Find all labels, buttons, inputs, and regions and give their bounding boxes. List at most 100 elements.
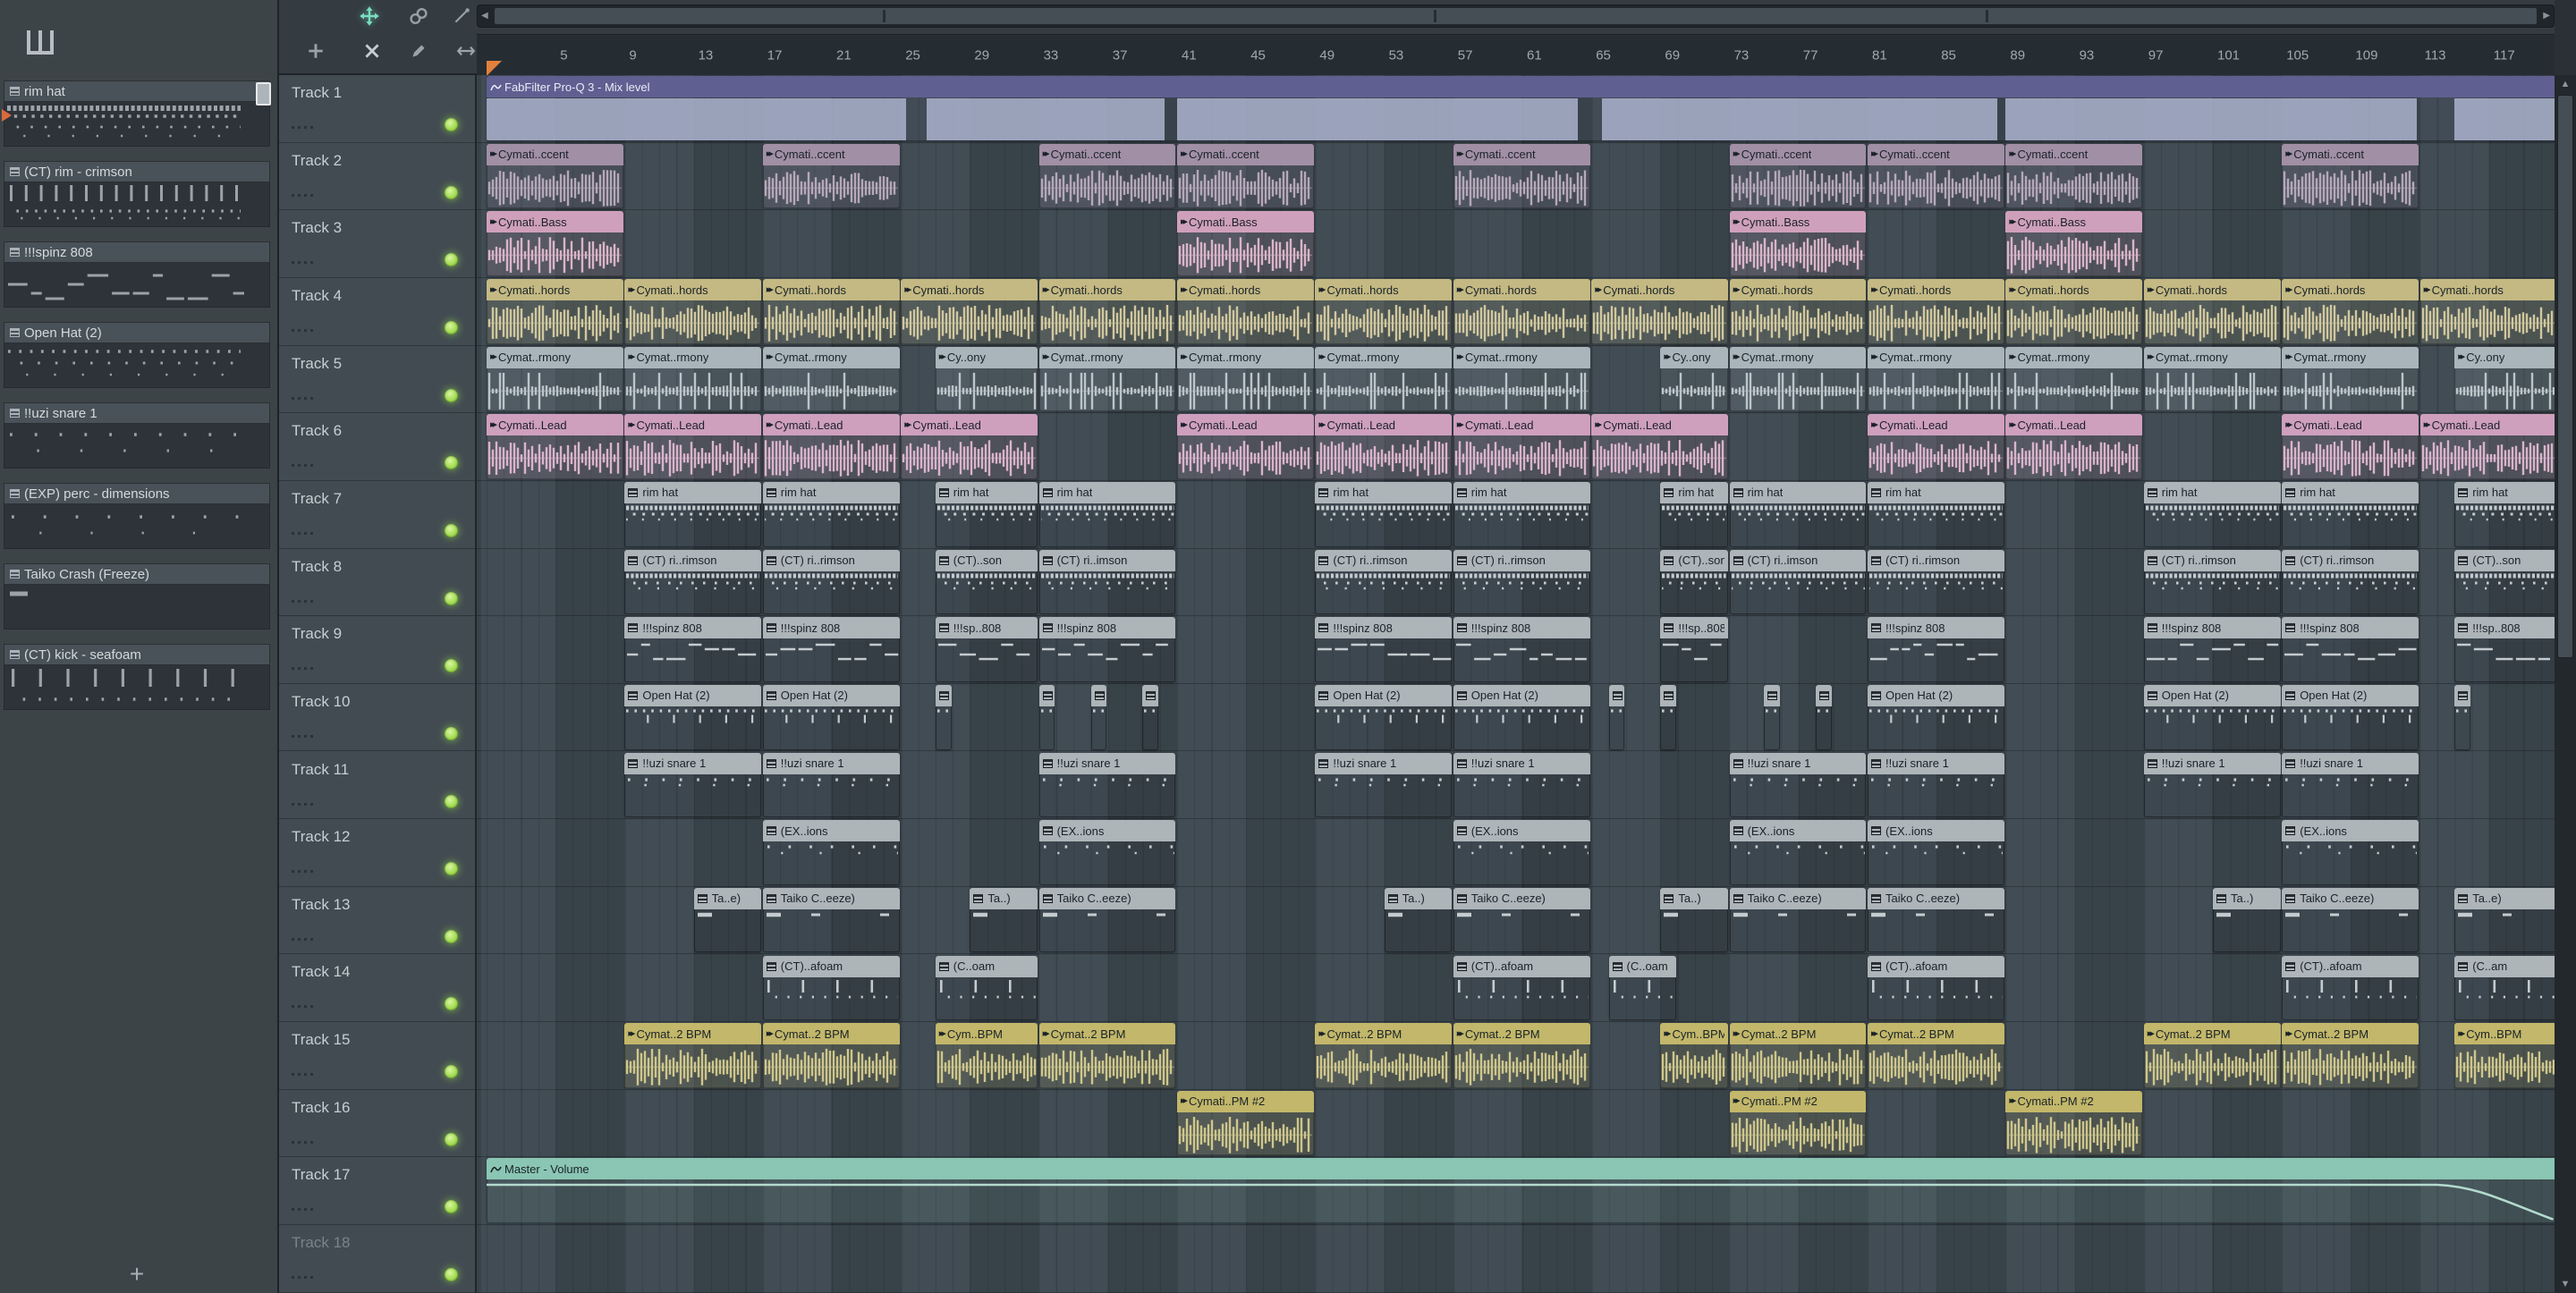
link-icon[interactable] (405, 3, 432, 30)
track-name[interactable]: Track 15 (292, 1031, 351, 1049)
audio-clip[interactable]: ▸▸ Cymati..Lead (1868, 414, 2004, 479)
clip-header[interactable]: ▸▸ Cymati..Lead (2005, 414, 2143, 436)
picker-item-preview[interactable] (4, 102, 270, 147)
clip-header[interactable]: rim hat (2282, 481, 2419, 503)
clip-header[interactable]: ▸▸ Cymat..2 BPM (2282, 1023, 2419, 1045)
scroll-right-icon[interactable]: ▶ (2543, 5, 2550, 27)
audio-clip[interactable]: ▸▸ Cymat..2 BPM (1868, 1023, 2004, 1088)
audio-clip[interactable]: ▸▸ Cymat..rmony (1315, 346, 1453, 412)
track-name[interactable]: Track 12 (292, 828, 351, 846)
clip-header[interactable]: (EX..ions (1453, 820, 1590, 842)
audio-clip[interactable]: ▸▸ Cymati..ccent (1453, 143, 1590, 209)
clip-header[interactable]: ▸▸ Cymati..hords (1177, 279, 1314, 300)
track-name[interactable]: Track 2 (292, 152, 342, 170)
clip-header[interactable]: ▸▸ Cymati..Lead (2419, 414, 2555, 436)
pattern-clip[interactable] (1816, 684, 1832, 750)
audio-clip[interactable]: ▸▸ Cymati..hords (1729, 279, 1867, 344)
pattern-clip[interactable]: (C..oam (1608, 955, 1677, 1021)
track-mute-led[interactable] (445, 1065, 458, 1079)
clip-header[interactable]: (CT) ri..rimson (624, 549, 762, 571)
audio-clip[interactable]: ▸▸ Cymati..ccent (2005, 143, 2143, 209)
pattern-clip[interactable]: (CT)..son (1660, 549, 1729, 615)
pattern-clip[interactable]: !!uzi snare 1 (1315, 752, 1453, 818)
audio-clip[interactable]: ▸▸ Cymati..Lead (2419, 414, 2555, 479)
clip-header[interactable]: ▸▸ Cymat..rmony (1315, 346, 1453, 368)
track-grip[interactable] (292, 734, 313, 738)
track-name[interactable]: Track 6 (292, 422, 342, 440)
track-mute-led[interactable] (445, 794, 458, 808)
track-grip[interactable] (292, 328, 313, 332)
clip-header[interactable]: Open Hat (2) (2143, 684, 2281, 706)
track-name[interactable]: Track 5 (292, 355, 342, 373)
picker-item-label-row[interactable]: (CT) kick - seafoam (4, 644, 270, 665)
pattern-clip[interactable]: (EX..ions (2282, 820, 2419, 885)
clip-header[interactable]: !!uzi snare 1 (1729, 752, 1867, 774)
pattern-clip[interactable]: !!!sp..808 (935, 617, 1038, 682)
track-name[interactable]: Track 16 (292, 1099, 351, 1117)
clip-header[interactable]: ▸▸ Cymati..Bass (1729, 211, 1867, 233)
clip-header[interactable]: (CT) ri..rimson (1868, 549, 2004, 571)
audio-clip[interactable]: ▸▸ Cymati..ccent (1729, 143, 1867, 209)
clip-header[interactable]: ▸▸ Cymati..ccent (1729, 143, 1867, 165)
pattern-clip[interactable]: rim hat (762, 481, 900, 547)
audio-clip[interactable]: ▸▸ Cymati..PM #2 (2005, 1090, 2143, 1156)
clip-header[interactable]: ▸▸ Cymati..hords (2005, 279, 2143, 300)
pattern-clip[interactable]: !!!spinz 808 (2143, 617, 2281, 682)
audio-clip[interactable]: ▸▸ Cymati..hords (2419, 279, 2555, 344)
pattern-clip[interactable]: (CT) ri..rimson (2282, 549, 2419, 615)
audio-clip[interactable]: ▸▸ Cymat..rmony (762, 346, 900, 412)
pattern-clip[interactable]: Ta..) (1384, 887, 1453, 953)
clip-header[interactable]: (CT) ri..imson (1729, 549, 1867, 571)
clip-header[interactable]: rim hat (1660, 481, 1729, 503)
track-name[interactable]: Track 11 (292, 761, 349, 779)
clip-header[interactable]: ▸▸ Cymati..hords (2282, 279, 2419, 300)
pattern-clip[interactable] (1142, 684, 1159, 750)
track-name[interactable]: Track 3 (292, 219, 342, 237)
clip-header[interactable]: ▸▸ Cymati..ccent (1868, 143, 2004, 165)
automation-clip[interactable]: Master - Volume (487, 1158, 2555, 1224)
clip-header[interactable]: (EX..ions (1868, 820, 2004, 842)
clip-header[interactable]: (CT)..afoam (2282, 955, 2419, 977)
clip-header[interactable]: !!uzi snare 1 (1453, 752, 1590, 774)
audio-clip[interactable]: ▸▸ Cymati..Lead (487, 414, 623, 479)
audio-clip[interactable]: ▸▸ Cymati..hords (1591, 279, 1729, 344)
clip-header[interactable]: rim hat (2454, 481, 2555, 503)
track-mute-led[interactable] (445, 523, 458, 537)
clip-header[interactable]: !!uzi snare 1 (2282, 752, 2419, 774)
clip-header[interactable]: Open Hat (2) (2282, 684, 2419, 706)
pattern-clip[interactable]: Ta..e) (693, 887, 762, 953)
pattern-clip[interactable]: !!!spinz 808 (2282, 617, 2419, 682)
clip-header[interactable]: ▸▸ Cymati..Lead (487, 414, 623, 436)
pattern-clip[interactable]: !!uzi snare 1 (762, 752, 900, 818)
pattern-clip[interactable]: rim hat (624, 481, 762, 547)
pattern-clip[interactable]: rim hat (1868, 481, 2004, 547)
track-grip[interactable] (292, 261, 313, 265)
clip-header[interactable]: ▸▸ Cymati..Lead (901, 414, 1038, 436)
track-grip[interactable] (292, 1073, 313, 1077)
picker-item-preview[interactable] (4, 424, 270, 469)
pattern-clip[interactable]: Open Hat (2) (2143, 684, 2281, 750)
clip-header[interactable]: (CT) ri..rimson (1453, 549, 1590, 571)
picker-item-label-row[interactable]: Open Hat (2) (4, 322, 270, 343)
clip-header[interactable]: Ta..) (1384, 887, 1453, 909)
audio-clip[interactable]: ▸▸ Cymati..hords (1038, 279, 1176, 344)
clip-header[interactable]: Taiko C..eeze) (1453, 887, 1590, 909)
pattern-clip[interactable]: (CT)..son (2454, 549, 2555, 615)
track-name[interactable]: Track 1 (292, 84, 342, 102)
audio-clip[interactable]: ▸▸ Cymati..hords (624, 279, 762, 344)
pattern-clip[interactable]: (CT)..afoam (762, 955, 900, 1021)
track-grip[interactable] (292, 193, 313, 197)
clip-header[interactable]: !!uzi snare 1 (2143, 752, 2281, 774)
clip-header[interactable]: (CT) ri..rimson (762, 549, 900, 571)
clip-header[interactable]: ▸▸ Cymati..Lead (762, 414, 900, 436)
track-grip[interactable] (292, 126, 313, 129)
clip-header[interactable]: !!uzi snare 1 (1868, 752, 2004, 774)
track-grip[interactable] (292, 667, 313, 671)
track-mute-led[interactable] (445, 320, 458, 334)
clip-header[interactable]: !!!spinz 808 (624, 617, 762, 639)
scroll-down-icon[interactable]: ▼ (2555, 1279, 2576, 1289)
clip-header[interactable]: !!uzi snare 1 (1315, 752, 1453, 774)
vertical-scrollbar-thumb[interactable] (2557, 95, 2573, 658)
clip-header[interactable]: ▸▸ Cymati..Bass (1177, 211, 1314, 233)
clip-header[interactable] (1660, 684, 1677, 706)
